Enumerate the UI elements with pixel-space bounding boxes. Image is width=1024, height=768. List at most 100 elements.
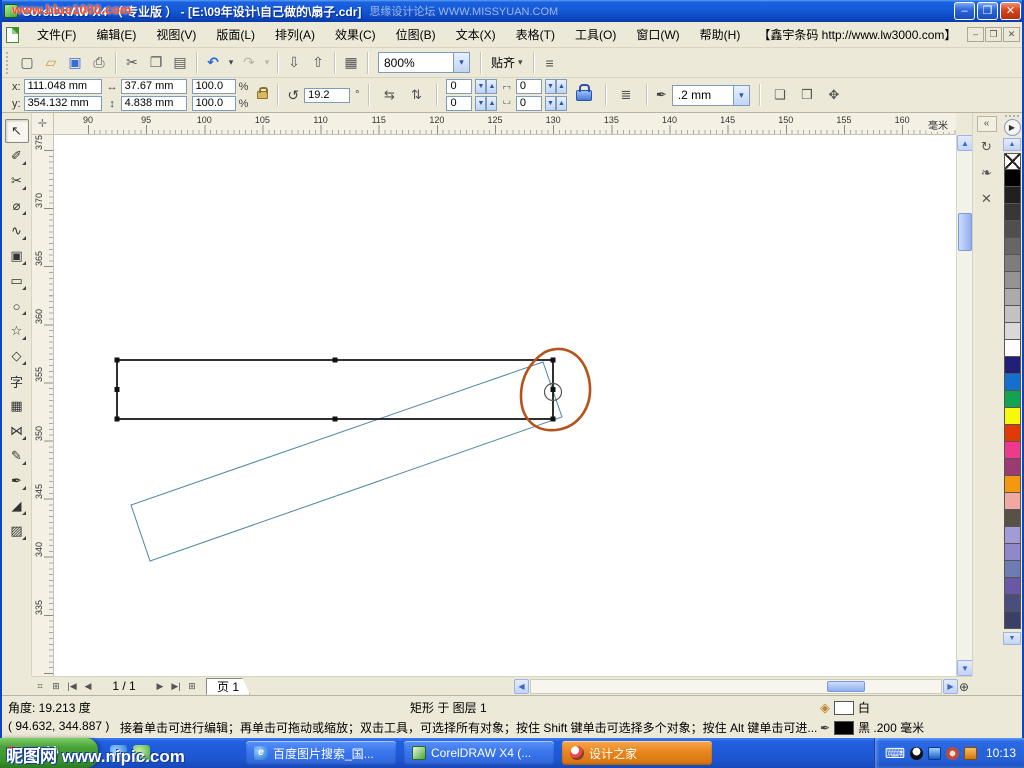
undo-button[interactable]: ↶	[201, 51, 225, 75]
corner-radius-tl-field[interactable]: 0	[446, 79, 472, 94]
y-position-field[interactable]: 354.132 mm	[24, 96, 102, 111]
blend-tool[interactable]: ⋈	[5, 419, 29, 443]
docker-collapse-button[interactable]: «	[977, 116, 997, 132]
object-height-field[interactable]: 4.838 mm	[121, 96, 187, 111]
interactive-fill-tool[interactable]: ▨	[5, 519, 29, 543]
menu-layout[interactable]: 版面(L)	[206, 24, 265, 46]
outline-width-combo[interactable]: .2 mm ▾	[672, 85, 750, 106]
color-swatch[interactable]	[1004, 476, 1021, 493]
first-page-button[interactable]: |◀	[64, 678, 80, 694]
page-tab[interactable]: 页 1	[206, 678, 250, 695]
color-swatch[interactable]	[1004, 612, 1021, 629]
scale-v-field[interactable]: 100.0	[192, 96, 236, 111]
new-button[interactable]: ▢	[15, 51, 39, 75]
menu-text[interactable]: 文本(X)	[446, 24, 506, 46]
fill-color-chip[interactable]	[834, 701, 854, 715]
color-swatch[interactable]	[1004, 323, 1021, 340]
selection-handle[interactable]	[115, 417, 120, 422]
print-button[interactable]: ⎙	[87, 51, 111, 75]
menu-view[interactable]: 视图(V)	[146, 24, 206, 46]
color-swatch[interactable]	[1004, 595, 1021, 612]
palette-grip[interactable]	[1005, 115, 1019, 117]
polygon-tool[interactable]: ☆	[5, 319, 29, 343]
horizontal-scrollbar[interactable]	[530, 679, 942, 694]
menu-table[interactable]: 表格(T)	[506, 24, 565, 46]
color-swatch[interactable]	[1004, 221, 1021, 238]
vendor-menu-item[interactable]: 【鑫宇条码 http://www.lw3000.com】	[750, 24, 964, 46]
cut-button[interactable]: ✂	[120, 51, 144, 75]
selection-handle[interactable]	[115, 387, 120, 392]
eyedropper-tool[interactable]: ✎	[5, 444, 29, 468]
color-swatch[interactable]	[1004, 493, 1021, 510]
menu-effects[interactable]: 效果(C)	[325, 24, 386, 46]
tray-qq-icon[interactable]	[910, 747, 923, 760]
edit-corners-lock-icon[interactable]	[576, 90, 592, 101]
ellipse-tool[interactable]: ○	[5, 294, 29, 318]
fill-tool[interactable]: ◢	[5, 494, 29, 518]
color-swatch[interactable]	[1004, 391, 1021, 408]
tray-sound-icon[interactable]	[946, 747, 959, 760]
no-color-swatch[interactable]	[1004, 153, 1021, 170]
input-method-keyboard-icon[interactable]: ⌨	[885, 745, 905, 762]
menu-edit[interactable]: 编辑(E)	[86, 24, 146, 46]
freehand-tool[interactable]: ∿	[5, 219, 29, 243]
previous-page-button[interactable]: ◀	[80, 678, 96, 694]
color-swatch[interactable]	[1004, 357, 1021, 374]
color-swatch[interactable]	[1004, 187, 1021, 204]
corner-br-spin-up[interactable]: ▲	[556, 96, 567, 111]
paste-button[interactable]: ▤	[168, 51, 192, 75]
undo-dropdown[interactable]: ▾	[225, 51, 237, 75]
add-page-before-button[interactable]: ⊞	[48, 678, 64, 694]
restore-button[interactable]: ❐	[977, 2, 998, 20]
vertical-ruler[interactable]: 375370365360355350345340335	[32, 135, 54, 676]
convert-to-curves-button[interactable]: ❏	[769, 84, 791, 106]
quicklaunch-ie-icon[interactable]: e	[110, 745, 127, 762]
minimize-button[interactable]: –	[954, 2, 975, 20]
drawing-canvas[interactable]	[54, 135, 956, 676]
outline-tool[interactable]: ✒	[5, 469, 29, 493]
tray-app-icon[interactable]	[964, 747, 977, 760]
outline-width-dropdown-icon[interactable]: ▾	[733, 86, 749, 105]
menu-arrange[interactable]: 排列(A)	[265, 24, 325, 46]
scale-h-field[interactable]: 100.0	[192, 79, 236, 94]
options-button[interactable]: ≡	[538, 51, 562, 75]
horizontal-ruler[interactable]: 毫米 9095100105110115120125130135140145150…	[54, 113, 956, 135]
add-page-after-button[interactable]: ⊞	[184, 678, 200, 694]
save-button[interactable]: ▣	[63, 51, 87, 75]
color-swatch[interactable]	[1004, 459, 1021, 476]
horizontal-scroll-thumb[interactable]	[827, 681, 865, 692]
menu-bitmaps[interactable]: 位图(B)	[386, 24, 446, 46]
color-swatch[interactable]	[1004, 204, 1021, 221]
outline-color-chip[interactable]	[834, 721, 854, 735]
vertical-scrollbar[interactable]: ▲ ▼	[956, 135, 972, 676]
color-swatch[interactable]	[1004, 255, 1021, 272]
export-button[interactable]: ⇧	[306, 51, 330, 75]
corner-radius-tr-field[interactable]: 0	[516, 79, 542, 94]
crop-tool[interactable]: ✂	[5, 169, 29, 193]
toolbar-grip[interactable]	[6, 52, 11, 74]
pick-tool[interactable]: ↖	[5, 119, 29, 143]
color-swatch[interactable]	[1004, 306, 1021, 323]
color-swatch[interactable]	[1004, 442, 1021, 459]
corner-br-spin-down[interactable]: ▼	[545, 96, 556, 111]
scroll-down-button[interactable]: ▼	[957, 660, 973, 676]
ruler-origin-button[interactable]: ✛	[32, 113, 54, 135]
mirror-horizontal-button[interactable]: ⇆	[378, 84, 400, 106]
next-page-button[interactable]: ▶	[152, 678, 168, 694]
menu-tools[interactable]: 工具(O)	[565, 24, 626, 46]
text-tool[interactable]: 字	[5, 369, 29, 393]
doc-restore-button[interactable]: ❐	[985, 27, 1002, 42]
zoom-level-dropdown-icon[interactable]: ▾	[453, 53, 469, 72]
task-button-baidu[interactable]: e 百度图片搜索_国...	[246, 741, 396, 765]
start-button[interactable]: 开始	[0, 738, 98, 768]
rotated-rectangle-outline[interactable]	[131, 362, 562, 561]
doc-minimize-button[interactable]: –	[967, 27, 984, 42]
color-swatch[interactable]	[1004, 289, 1021, 306]
corner-bl-spin-down[interactable]: ▼	[475, 96, 486, 111]
application-launcher-button[interactable]: ▦	[339, 51, 363, 75]
x-position-field[interactable]: 111.048 mm	[24, 79, 102, 94]
color-swatch[interactable]	[1004, 408, 1021, 425]
docker-close-button[interactable]: ✕	[977, 188, 997, 210]
snap-to-button[interactable]: 贴齐 ▾	[485, 54, 529, 71]
rotation-angle-field[interactable]: 19.2	[304, 88, 350, 103]
